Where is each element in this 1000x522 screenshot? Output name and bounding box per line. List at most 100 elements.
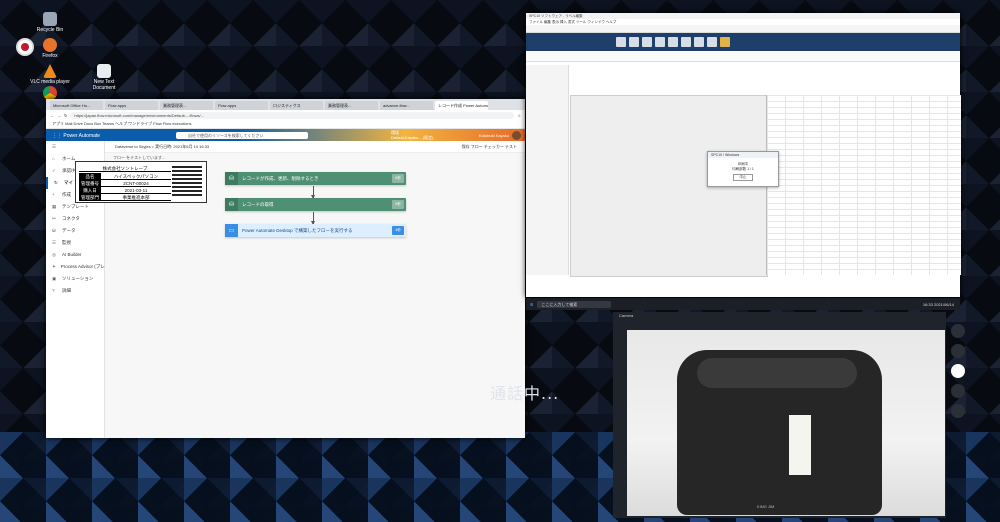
address-bar: ← → ↻ https://japan.flow.microsoft.com/m… xyxy=(46,110,525,120)
waffle-icon[interactable]: ⋮⋮ xyxy=(52,133,62,139)
flow-step-get-record[interactable]: ⛁ レコードの取得 0秒 xyxy=(225,198,406,211)
desktop-icon-recycle-bin[interactable]: Recycle Bin xyxy=(30,12,70,33)
tool-button[interactable] xyxy=(655,37,665,47)
tool-button[interactable] xyxy=(668,37,678,47)
ribbon-toolbar xyxy=(526,33,960,51)
start-icon[interactable]: ⊞ xyxy=(530,302,533,307)
breadcrumb: Dataverse to Skyjes > 実行日時: 2021年6月 14 1… xyxy=(105,141,525,153)
qr-code xyxy=(172,166,202,196)
printer-top-panel xyxy=(697,358,857,388)
dataverse-icon: ⛁ xyxy=(225,172,238,185)
ai-builder-icon: ◎ xyxy=(52,252,56,257)
switch-camera-icon[interactable] xyxy=(951,344,965,358)
remote-taskbar: ⊞ ここに入力して検索 16:33 2021/06/14 xyxy=(526,298,960,310)
label-company: 株式会社ソントレーブ xyxy=(79,165,171,172)
tool-button[interactable] xyxy=(642,37,652,47)
gallery-icon[interactable] xyxy=(951,404,965,418)
camera-feed: KING JIM xyxy=(627,330,945,516)
calling-status: 通話中... xyxy=(490,384,560,403)
search-input[interactable]: 自社で使用のリソースを検索してください xyxy=(176,132,308,139)
nav-solutions[interactable]: ▣ ソリューション xyxy=(46,273,104,285)
avatar[interactable] xyxy=(512,131,521,140)
browser-tab[interactable]: 業務管理表... xyxy=(325,101,378,110)
browser-tab-active[interactable]: レコード作成 Power Automate xyxy=(435,101,488,110)
video-mode-icon[interactable] xyxy=(951,384,965,398)
firefox-icon xyxy=(43,38,57,52)
back-icon[interactable]: ← xyxy=(50,113,54,118)
nav-data[interactable]: ⛁ データ xyxy=(46,225,104,237)
flow-actions[interactable]: 保存 フロー チェッカー テスト xyxy=(462,141,517,152)
print-dialog: SPC10 / Windows 印刷中 印刷部数 1 / 1 中止 xyxy=(707,151,779,187)
chrome-icon xyxy=(43,86,57,100)
nav-menu-toggle[interactable]: ☰ xyxy=(46,141,104,153)
format-toolbar xyxy=(526,51,960,62)
database-icon: ⛁ xyxy=(52,228,56,233)
url-input[interactable]: https://japan.flow.microsoft.com/manage/… xyxy=(70,111,515,119)
print-button[interactable] xyxy=(720,37,730,47)
nav-ai-builder[interactable]: ◎ AI Builder xyxy=(46,249,104,261)
browser-tab[interactable]: advance-flow... xyxy=(380,101,433,110)
step-duration: 4秒 xyxy=(392,226,404,235)
camera-title: Camera xyxy=(619,313,634,318)
desktop-icon-vlc[interactable]: VLC media player xyxy=(30,64,70,85)
connector-icon: ⚯ xyxy=(52,216,56,221)
environment-picker[interactable]: 環境 Default-Kayaku... (既定) xyxy=(391,130,433,140)
app-name[interactable]: Power Automate xyxy=(63,133,100,139)
camera-controls xyxy=(950,318,966,518)
taskbar-search[interactable]: ここに入力して検索 xyxy=(537,300,612,308)
desktop-icon-firefox[interactable]: Firefox xyxy=(30,38,70,59)
capture-button[interactable] xyxy=(951,364,965,378)
cancel-print-button[interactable]: 中止 xyxy=(733,174,753,181)
monitor-icon: ☰ xyxy=(52,240,57,245)
nav-learn[interactable]: ? 詳細 xyxy=(46,285,104,297)
desktop-flow-icon: ▭ xyxy=(225,224,238,237)
plus-icon: + xyxy=(52,192,55,197)
forward-icon[interactable]: → xyxy=(57,113,61,118)
taskbar-clock: 16:33 2021/06/14 xyxy=(922,301,954,307)
printer-brand: KING JIM xyxy=(757,504,775,509)
tool-button[interactable] xyxy=(694,37,704,47)
browser-tab[interactable]: ロジスティクス xyxy=(270,101,323,110)
browser-window: Microsoft Office Ho... Flow apps 業務管理表..… xyxy=(46,99,525,438)
reload-icon[interactable]: ↻ xyxy=(64,113,67,118)
toolbar xyxy=(526,25,960,33)
nav-process-advisor[interactable]: ✦ Process Advisor (プレビュー) xyxy=(46,261,120,273)
label-printer-image: KING JIM xyxy=(677,350,882,515)
template-icon: ▦ xyxy=(52,204,57,209)
flow-icon: ↻ xyxy=(54,180,58,185)
user-name: Kotobuki Kayaku xyxy=(478,133,509,138)
star-icon[interactable]: ☆ xyxy=(517,113,521,118)
tool-button[interactable] xyxy=(616,37,626,47)
recycle-bin-icon xyxy=(43,12,57,26)
browser-tab[interactable]: Flow apps xyxy=(215,101,268,110)
data-grid[interactable] xyxy=(766,95,961,275)
tool-button[interactable] xyxy=(681,37,691,47)
browser-tab[interactable]: 業務管理表... xyxy=(160,101,213,110)
flow-step-trigger[interactable]: ⛁ レコードが作成、更新、削除するとき 0秒 xyxy=(225,172,406,185)
help-icon: ? xyxy=(52,288,55,293)
step-duration: 0秒 xyxy=(392,174,404,183)
tool-button[interactable] xyxy=(707,37,717,47)
check-icon: ✓ xyxy=(52,168,56,173)
desktop-icon-text-document[interactable]: New Text Document xyxy=(84,64,124,91)
camera-window: Camera KING JIM xyxy=(613,312,946,518)
document-icon xyxy=(97,64,111,78)
printed-label-paper xyxy=(789,415,811,475)
properties-panel[interactable] xyxy=(526,65,569,275)
tool-button[interactable] xyxy=(629,37,639,47)
home-icon: ⌂ xyxy=(52,156,55,161)
browser-tab[interactable]: Microsoft Office Ho... xyxy=(50,101,103,110)
bookmarks-bar[interactable]: アプリ Mail Drive Docs Box Teams ヘルプ ワンドライブ… xyxy=(46,120,525,129)
solutions-icon: ▣ xyxy=(52,276,57,281)
hamburger-icon: ☰ xyxy=(52,144,57,149)
settings-icon[interactable] xyxy=(951,324,965,338)
label-preview: 株式会社ソントレーブ 品名 ハイスペックパソコン 管理番号 2CNT-00024 購… xyxy=(75,161,207,203)
nav-monitor[interactable]: ☰ 監視 xyxy=(46,237,104,249)
step-duration: 0秒 xyxy=(392,200,404,209)
flow-step-run-desktop-flow[interactable]: ▭ Power Automate Desktop で構築したフローを実行する 4… xyxy=(225,224,406,237)
tab-bar: Microsoft Office Ho... Flow apps 業務管理表..… xyxy=(46,99,525,110)
nav-connectors[interactable]: ⚯ コネクタ xyxy=(46,213,104,225)
browser-tab[interactable]: Flow apps xyxy=(105,101,158,110)
vlc-icon xyxy=(43,64,57,78)
process-advisor-icon: ✦ xyxy=(52,264,56,269)
